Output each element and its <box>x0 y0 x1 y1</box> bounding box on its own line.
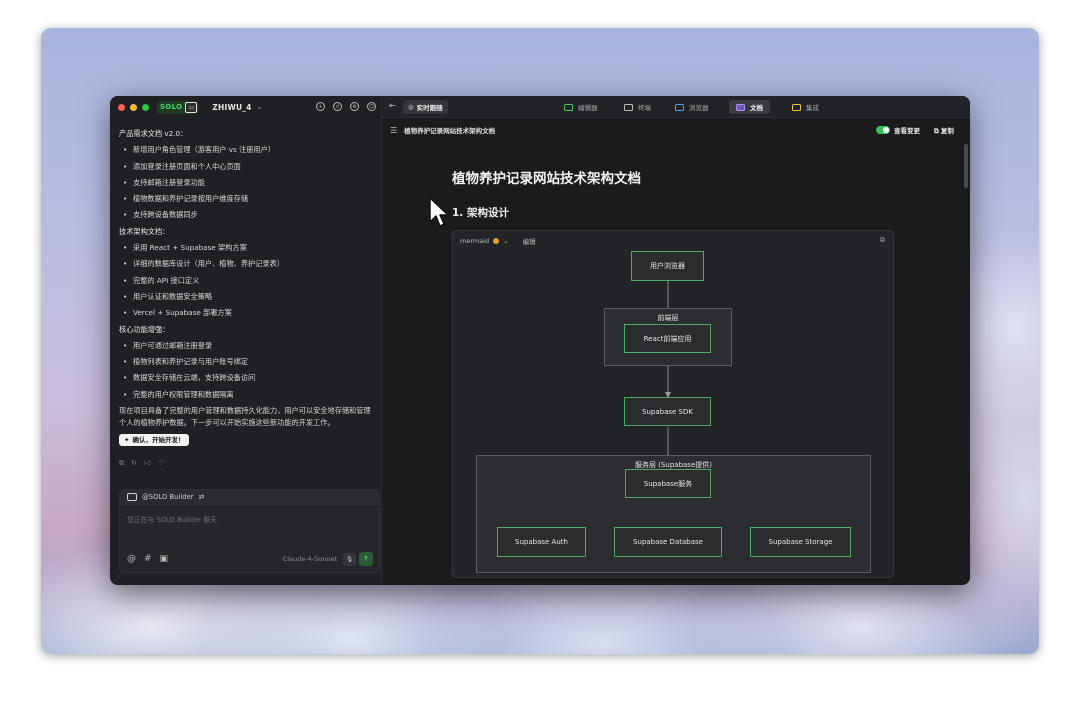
traffic-lights <box>118 103 149 111</box>
live-follow-button[interactable]: ◎ 实时跟随 <box>403 100 448 114</box>
terminal-icon <box>624 103 633 111</box>
solo-label: SOLO <box>160 103 183 111</box>
view-changes-label[interactable]: 查看变更 <box>894 125 920 135</box>
list-item: Vercel + Supabase 部署方案 <box>119 305 377 321</box>
section-title-prd: 产品需求文档 v2.0： <box>119 129 188 138</box>
mermaid-diagram: mermaid ⌄ 编辑 ⧉ 用户浏览器 前端层 React前端应用 Supab… <box>452 230 894 578</box>
model-selector[interactable]: Claude-4-Sonnet <box>283 555 337 563</box>
section-title-arch: 技术架构文档： <box>119 226 170 236</box>
tab-terminal-label: 终端 <box>638 104 651 112</box>
list-item: 完整的用户权限管理和数据隔离 <box>119 387 377 403</box>
node-supabase-storage: Supabase Storage <box>750 527 851 557</box>
list-item: 数据安全存储在云端，支持跨设备访问 <box>119 370 377 386</box>
node-react-frontend: React前端应用 <box>624 324 711 353</box>
section-heading: 1. 架构设计 <box>452 207 509 219</box>
composer-agent-bar: @SOLO Builder ⇄ <box>120 490 379 505</box>
workspace-tabbar: ⇤ ◎ 实时跟随 编辑器 终端 浏览器 文档 集成 <box>382 96 970 118</box>
integration-icon <box>792 103 801 111</box>
list-item: 详细的数据库设计（用户、植物、养护记录表） <box>119 256 377 272</box>
node-user-browser: 用户浏览器 <box>631 251 704 281</box>
thumbs-down-icon[interactable]: ♡ <box>158 455 164 471</box>
list-item: 支持邮箱注册登录功能 <box>119 175 377 191</box>
thumbs-up-icon[interactable]: 👍︎ <box>144 455 151 471</box>
new-chat-icon[interactable]: + <box>316 102 325 111</box>
workspace-panel: ⇤ ◎ 实时跟随 编辑器 终端 浏览器 文档 集成 ☰ 植物养护记录网站技术架构… <box>382 96 970 585</box>
live-follow-label: 实时跟随 <box>416 104 443 112</box>
document-icon <box>736 103 745 111</box>
solo-mode-badge[interactable]: SOLO ▭ <box>157 100 199 114</box>
project-name[interactable]: ZHIWU_4 <box>212 103 251 112</box>
tab-integration[interactable]: 集成 <box>785 100 826 114</box>
tab-editor[interactable]: 编辑器 <box>557 100 605 114</box>
confirm-button-label: 确认，开始开发！ <box>132 435 185 444</box>
mouse-pointer-icon <box>429 197 449 227</box>
chat-message: 产品需求文档 v2.0： 新增用户角色管理（游客用户 vs 注册用户） 添加登录… <box>119 126 377 472</box>
confirm-start-dev-button[interactable]: ✦ 确认，开始开发！ <box>119 434 190 447</box>
hash-icon[interactable]: # <box>144 554 152 564</box>
image-icon[interactable]: ▣ <box>160 554 169 564</box>
editor-icon <box>564 103 573 111</box>
swap-agent-icon[interactable]: ⇄ <box>199 493 205 501</box>
tab-document-label: 文档 <box>750 104 763 112</box>
browser-icon <box>675 103 684 111</box>
app-window: SOLO ▭ ZHIWU_4 ⌄ + ↺ ⚙ ☺ 产品需求文档 v2.0： 新增… <box>110 96 970 585</box>
tab-browser-label: 浏览器 <box>689 104 709 112</box>
node-supabase-service: Supabase服务 <box>625 469 711 498</box>
sparkle-icon: ✦ <box>124 435 130 444</box>
close-window-button[interactable] <box>118 103 125 111</box>
tab-browser[interactable]: 浏览器 <box>668 100 716 114</box>
tab-editor-label: 编辑器 <box>578 104 598 112</box>
node-supabase-database: Supabase Database <box>614 527 722 557</box>
list-item: 完整的 API 接口定义 <box>119 273 377 289</box>
left-toolbar: + ↺ ⚙ ☺ <box>316 102 376 111</box>
target-icon: ◎ <box>408 103 414 111</box>
tab-document[interactable]: 文档 <box>729 100 770 114</box>
retry-icon[interactable]: ↻ <box>131 455 137 471</box>
send-button[interactable]: ↑ <box>359 552 373 566</box>
history-icon[interactable]: ↺ <box>333 102 342 111</box>
chat-composer: @SOLO Builder ⇄ 您正在与 SOLO Builder 聊天 @ #… <box>119 489 380 573</box>
agent-screen-icon <box>127 493 137 501</box>
collapse-sidebar-icon[interactable]: ⇤ <box>389 101 396 110</box>
tab-integration-label: 集成 <box>806 104 819 112</box>
list-item: 植物列表和养护记录与用户账号绑定 <box>119 354 377 370</box>
minimize-window-button[interactable] <box>130 103 137 111</box>
list-item: 添加登录注册页面和个人中心页面 <box>119 159 377 175</box>
view-changes-toggle[interactable] <box>876 126 890 134</box>
settings-icon[interactable]: ⚙ <box>350 102 359 111</box>
document-title: 植物养护记录网站技术架构文档 <box>452 171 641 187</box>
summary-text: 现在项目具备了完整的用户管理和数据持久化能力，用户可以安全地存储和管理个人的植物… <box>119 406 371 428</box>
copy-label: 复制 <box>940 127 954 135</box>
list-item: 新增用户角色管理（游客用户 vs 注册用户） <box>119 142 377 158</box>
zoom-window-button[interactable] <box>142 103 149 111</box>
node-supabase-sdk: Supabase SDK <box>624 397 711 426</box>
copy-button[interactable]: ⧉ 复制 <box>934 125 954 136</box>
mention-icon[interactable]: @ <box>127 554 136 564</box>
outline-icon[interactable]: ☰ <box>390 126 397 135</box>
copy-icon[interactable]: ⧉ <box>119 455 124 471</box>
list-item: 植物数据和养护记录按用户维度存储 <box>119 191 377 207</box>
account-icon[interactable]: ☺ <box>367 102 376 111</box>
list-item: 用户可通过邮箱注册登录 <box>119 338 377 354</box>
group-label-frontend: 前端层 <box>657 314 679 322</box>
list-item: 支持跨设备数据同步 <box>119 207 377 223</box>
node-supabase-auth: Supabase Auth <box>497 527 586 557</box>
document-scrollbar[interactable] <box>964 144 968 188</box>
document-filename: 植物养护记录网站技术架构文档 <box>404 127 496 135</box>
composer-footer: @ # ▣ Claude-4-Sonnet 🎙︎ ↑ <box>127 552 373 566</box>
chat-input[interactable]: 您正在与 SOLO Builder 聊天 <box>127 514 217 524</box>
agent-label: @SOLO Builder <box>142 493 194 501</box>
chat-panel: SOLO ▭ ZHIWU_4 ⌄ + ↺ ⚙ ☺ 产品需求文档 v2.0： 新增… <box>110 96 382 585</box>
microphone-icon[interactable]: 🎙︎ <box>343 552 356 566</box>
chevron-down-icon[interactable]: ⌄ <box>257 103 263 111</box>
message-actions: ⧉ ↻ 👍︎ ♡ <box>119 455 377 471</box>
tab-terminal[interactable]: 终端 <box>617 100 658 114</box>
list-item: 用户认证和数据安全策略 <box>119 289 377 305</box>
section-title-core: 核心功能增强： <box>119 324 170 334</box>
list-item: 采用 React + Supabase 架构方案 <box>119 240 377 256</box>
solo-screen-icon: ▭ <box>185 101 198 113</box>
left-titlebar: SOLO ▭ ZHIWU_4 ⌄ + ↺ ⚙ ☺ <box>110 96 382 118</box>
